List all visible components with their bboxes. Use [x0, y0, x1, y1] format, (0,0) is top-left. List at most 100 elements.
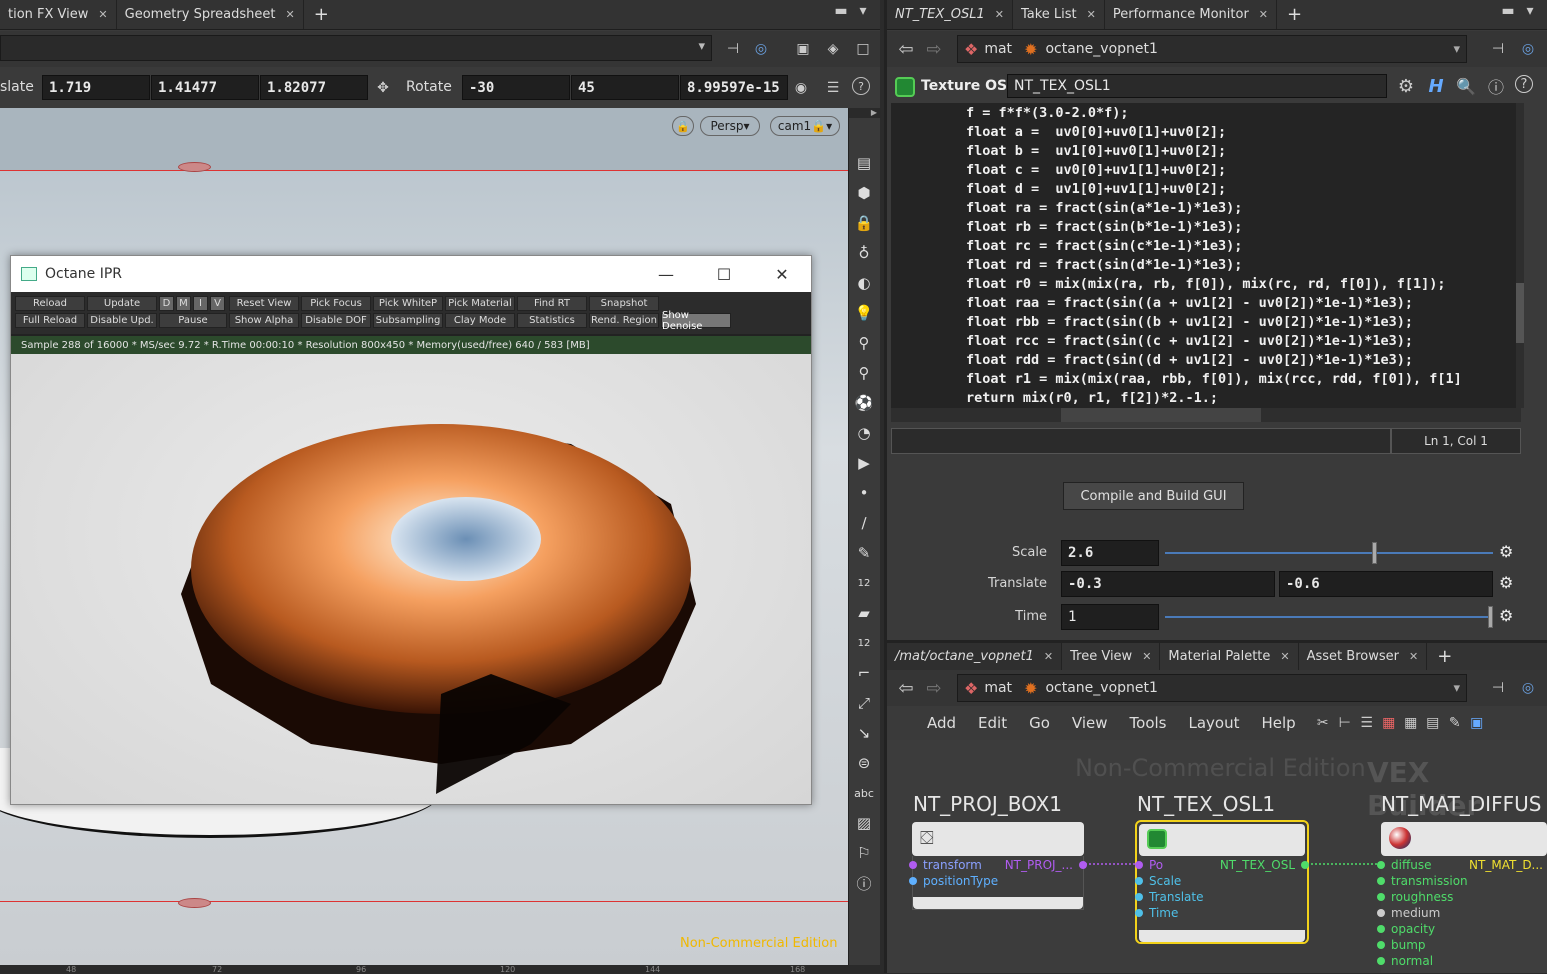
input-port[interactable]: positionType: [923, 874, 998, 888]
code-line[interactable]: float r0 = mix(mix(ra, rb, f[0]), mix(rc…: [966, 275, 1516, 294]
d-button[interactable]: D: [159, 296, 174, 311]
input-port[interactable]: roughness: [1391, 890, 1453, 904]
slider-handle[interactable]: [1371, 542, 1377, 564]
add-tab-icon[interactable]: +: [1427, 643, 1462, 670]
brush-icon[interactable]: ∕: [849, 508, 879, 538]
node-header[interactable]: ⛋: [912, 822, 1084, 856]
pin-icon[interactable]: ⊣: [722, 38, 744, 60]
text-tool-icon[interactable]: abc: [849, 778, 879, 808]
light-link-icon[interactable]: ⚲: [849, 328, 879, 358]
curve-icon[interactable]: ⌐: [849, 658, 879, 688]
add-tab-icon[interactable]: +: [304, 0, 339, 29]
close-icon[interactable]: ✕: [753, 256, 811, 292]
tab-tree-view[interactable]: Tree View ✕: [1062, 643, 1161, 670]
v-button[interactable]: V: [210, 296, 225, 311]
input-port[interactable]: diffuse: [1391, 858, 1431, 872]
output-port[interactable]: NT_PROJ_...: [1005, 858, 1073, 872]
full-reload-button[interactable]: Full Reload: [15, 313, 85, 328]
code-line[interactable]: float raa = fract(sin((a + uv1[2] - uv0[…: [966, 294, 1516, 313]
network-canvas[interactable]: Non-Commercial Edition VEX Builder NT_PR…: [887, 740, 1547, 973]
node-footer[interactable]: [913, 897, 1083, 909]
input-port[interactable]: Time: [1149, 906, 1178, 920]
render-canvas[interactable]: [11, 354, 811, 804]
code-line[interactable]: float rd = fract(sin(d*1e-1)*1e3);: [966, 256, 1516, 275]
close-icon[interactable]: ✕: [1044, 650, 1053, 663]
code-line[interactable]: float rb = fract(sin(b*1e-1)*1e3);: [966, 218, 1516, 237]
octane-ipr-window[interactable]: Octane IPR — ☐ ✕ Reload Update D M I V R…: [10, 255, 812, 805]
osl-code-editor[interactable]: f = f*f*(3.0-2.0*f); float a = uv0[0]+uv0…: [891, 103, 1516, 408]
menu-go[interactable]: Go: [1029, 714, 1050, 732]
scroll-arrow-icon[interactable]: ▶: [849, 108, 881, 118]
tab-geometry-spreadsheet[interactable]: Geometry Spreadsheet ✕: [117, 0, 304, 29]
grid-icon[interactable]: ▦: [1378, 712, 1400, 734]
input-port[interactable]: Scale: [1149, 874, 1181, 888]
align-icon[interactable]: ☰: [822, 77, 844, 99]
node-name-field[interactable]: NT_TEX_OSL1: [1007, 74, 1387, 98]
path-context[interactable]: mat: [984, 680, 1012, 696]
input-port[interactable]: normal: [1391, 954, 1433, 968]
disable-update-button[interactable]: Disable Upd.: [87, 313, 157, 328]
dot-icon[interactable]: •: [849, 478, 879, 508]
maximize-icon[interactable]: ▬: [830, 0, 852, 22]
compile-button[interactable]: Compile and Build GUI: [1063, 482, 1244, 510]
close-icon[interactable]: ✕: [98, 8, 107, 21]
handle-icon[interactable]: ✥: [372, 77, 394, 99]
m-button[interactable]: M: [176, 296, 191, 311]
code-horizontal-scrollbar[interactable]: [891, 408, 1521, 422]
map-pin-icon[interactable]: ⚐: [849, 838, 879, 868]
wrench-icon[interactable]: ✂: [1312, 712, 1334, 734]
tab-nt-tex-osl1[interactable]: NT_TEX_OSL1 ✕: [887, 0, 1013, 29]
output-port[interactable]: NT_MAT_D...: [1469, 858, 1543, 872]
help-icon[interactable]: ?: [852, 77, 870, 95]
rotate-y-field[interactable]: 45: [571, 75, 679, 100]
measure-icon[interactable]: 12: [849, 568, 879, 598]
minimize-icon[interactable]: —: [637, 256, 695, 292]
input-port[interactable]: Po: [1149, 858, 1163, 872]
tab-asset-browser[interactable]: Asset Browser ✕: [1299, 643, 1428, 670]
maximize-icon[interactable]: ▬: [1497, 0, 1519, 22]
code-line[interactable]: f = f*f*(3.0-2.0*f);: [966, 104, 1516, 123]
node-header[interactable]: [1381, 822, 1547, 856]
gear-icon[interactable]: ⚙: [1499, 542, 1513, 561]
i-button[interactable]: I: [193, 296, 208, 311]
close-icon[interactable]: ✕: [995, 8, 1004, 21]
rotate-x-field[interactable]: -30: [462, 75, 570, 100]
input-port[interactable]: bump: [1391, 938, 1426, 952]
tiles-icon[interactable]: ▦: [1400, 712, 1422, 734]
target-icon[interactable]: ◎: [750, 38, 772, 60]
close-icon[interactable]: ✕: [1280, 650, 1289, 663]
forward-arrow-icon[interactable]: ⇨: [923, 677, 945, 699]
camera-icon[interactable]: ▶: [849, 448, 879, 478]
camera-view-icon[interactable]: ⬢: [849, 178, 879, 208]
code-line[interactable]: return mix(r0, r1, f[2])*2.-1.;: [966, 389, 1516, 408]
network-path[interactable]: ❖ mat ✹ octane_vopnet1 ▾: [957, 35, 1467, 63]
close-icon[interactable]: ✕: [285, 8, 294, 21]
eye-icon[interactable]: ◔: [849, 418, 879, 448]
region-handle[interactable]: [178, 898, 211, 908]
timeline-ruler[interactable]: 48 72 96 120 144 168: [0, 965, 880, 974]
list-icon[interactable]: ☰: [1356, 712, 1378, 734]
lock-icon[interactable]: 🔒: [849, 208, 879, 238]
tab-material-palette[interactable]: Material Palette ✕: [1160, 643, 1299, 670]
light-target-icon[interactable]: ⚲: [849, 358, 879, 388]
translate-y-field[interactable]: -0.6: [1279, 571, 1493, 597]
node-body[interactable]: Po Scale Translate Time NT_TEX_OSL: [1135, 856, 1309, 942]
pick-focus-button[interactable]: Pick Focus: [301, 296, 371, 311]
code-line[interactable]: float r1 = mix(mix(raa, rbb, f[0]), mix(…: [966, 370, 1516, 389]
path-node[interactable]: octane_vopnet1: [1045, 41, 1157, 57]
pen-icon[interactable]: ✎: [849, 538, 879, 568]
pin-icon[interactable]: ⊣: [1487, 38, 1509, 60]
cube-icon[interactable]: ▣: [792, 38, 814, 60]
close-icon[interactable]: ✕: [1409, 650, 1418, 663]
output-port[interactable]: NT_TEX_OSL: [1220, 858, 1295, 872]
visibility-icon[interactable]: ◉: [790, 77, 812, 99]
node-title[interactable]: NT_MAT_DIFFUS: [1381, 792, 1541, 816]
subsampling-button[interactable]: Subsampling: [373, 313, 443, 328]
translate-x-field[interactable]: -0.3: [1061, 571, 1275, 597]
show-denoise-button[interactable]: Show Denoise: [661, 310, 731, 332]
operation-dropdown[interactable]: ▾: [0, 35, 712, 61]
statistics-button[interactable]: Statistics: [517, 313, 587, 328]
target-icon[interactable]: ◎: [1517, 677, 1539, 699]
scale-field[interactable]: 2.6: [1061, 540, 1159, 566]
tree-icon[interactable]: ⊢: [1334, 712, 1356, 734]
